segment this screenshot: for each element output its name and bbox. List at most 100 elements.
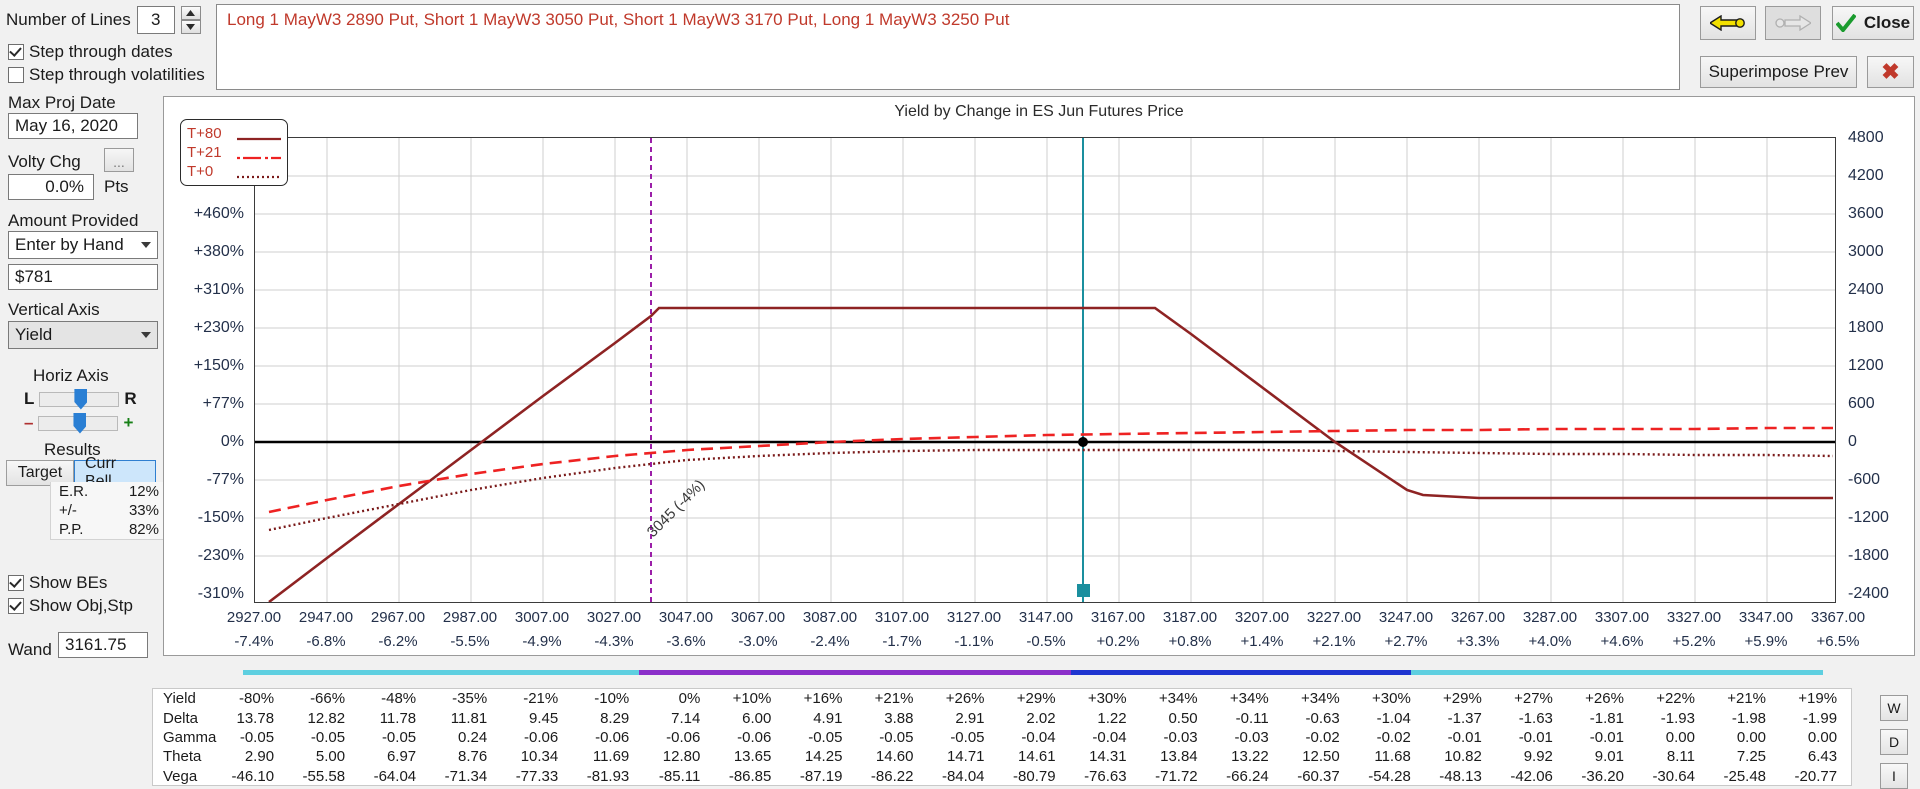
- x-tick-pct-label: +3.3%: [1456, 633, 1500, 650]
- chart-panel: Yield by Change in ES Jun Futures Price …: [163, 96, 1915, 656]
- plot-area[interactable]: 3045 (-4%): [254, 137, 1836, 603]
- legend-label: T+80: [187, 125, 222, 142]
- amount-provided-input[interactable]: $781: [8, 264, 158, 290]
- x-tick-label: 3287.00: [1522, 609, 1578, 626]
- checkbox-icon[interactable]: [8, 598, 24, 614]
- cell: -25.48: [1723, 767, 1767, 785]
- y-tick-label: 0%: [220, 433, 244, 450]
- delete-button[interactable]: ✖: [1867, 56, 1914, 88]
- cell: 11.68: [1374, 748, 1411, 766]
- result-value: 12%: [128, 483, 159, 500]
- legend-swatch-t21: [237, 148, 281, 159]
- step-through-volatilities-checkbox[interactable]: Step through volatilities: [8, 65, 205, 85]
- x-axis: 2927.00 2947.00 2967.00 2987.00 3007.00 …: [217, 609, 1877, 653]
- cell: -0.04: [1092, 728, 1127, 746]
- superimpose-prev-button[interactable]: Superimpose Prev: [1700, 56, 1857, 88]
- pan-slider-track[interactable]: [39, 388, 120, 410]
- cell: -1.37: [1447, 709, 1482, 727]
- number-of-lines-input[interactable]: 3: [136, 6, 175, 34]
- cell: -1.63: [1518, 709, 1553, 727]
- x-tick-label: 3207.00: [1234, 609, 1290, 626]
- cell: 11.78: [379, 709, 417, 727]
- zoom-in-label: +: [123, 413, 134, 432]
- cell: +30%: [1087, 690, 1127, 708]
- amount-provided-select[interactable]: Enter by Hand: [8, 231, 158, 259]
- y-tick-label: +380%: [193, 243, 244, 260]
- volty-chg-input[interactable]: 0.0%: [8, 174, 94, 200]
- cursor-handle[interactable]: [1077, 584, 1090, 597]
- zoom-slider-track[interactable]: [38, 412, 119, 434]
- number-of-lines-stepper[interactable]: [180, 6, 201, 34]
- max-proj-date-label: Max Proj Date: [8, 93, 116, 112]
- x-tick-pct-label: -6.2%: [378, 633, 418, 650]
- cell: +29%: [1016, 690, 1056, 708]
- show-bes-checkbox[interactable]: Show BEs: [8, 573, 107, 593]
- cell: -0.01: [1447, 728, 1482, 746]
- cell: -0.02: [1376, 728, 1411, 746]
- gridlines-vertical: [326, 138, 1768, 602]
- wand-input[interactable]: 3161.75: [58, 632, 148, 658]
- y2-tick-label: 4800: [1848, 129, 1884, 146]
- legend-label: T+21: [187, 144, 222, 161]
- y2-tick-label: -1800: [1848, 547, 1889, 564]
- volty-chg-options-button[interactable]: ...: [104, 148, 134, 172]
- volty-chg-label: Volty Chg: [8, 152, 81, 171]
- w-button[interactable]: W: [1880, 695, 1908, 721]
- zoom-slider-thumb[interactable]: [73, 412, 87, 434]
- cell: 13.78: [236, 709, 275, 727]
- cell: +21%: [874, 690, 914, 708]
- x-tick-pct-label: -7.4%: [234, 633, 274, 650]
- cell: +34%: [1158, 690, 1198, 708]
- x-tick-pct-label: -5.5%: [450, 633, 490, 650]
- horiz-axis-pan-slider[interactable]: L R: [24, 388, 137, 410]
- cell: -0.06: [524, 728, 559, 746]
- result-value: 82%: [128, 521, 159, 538]
- checkbox-icon[interactable]: [8, 575, 24, 591]
- i-button[interactable]: I: [1880, 763, 1908, 789]
- cell: -71.72: [1155, 767, 1198, 785]
- legend-swatch-t0: [237, 167, 281, 178]
- y2-tick-label: 2400: [1848, 281, 1884, 298]
- horiz-axis-label: Horiz Axis: [33, 366, 109, 385]
- x-tick-label: 3007.00: [514, 609, 570, 626]
- back-arrow-icon: [1710, 15, 1745, 31]
- x-tick-pct-label: -0.5%: [1026, 633, 1066, 650]
- previous-button[interactable]: [1700, 6, 1756, 40]
- cell: -36.20: [1581, 767, 1624, 785]
- checkbox-icon[interactable]: [8, 67, 24, 83]
- d-button[interactable]: D: [1880, 729, 1908, 755]
- vertical-axis-select[interactable]: Yield: [8, 321, 158, 349]
- close-button[interactable]: Close: [1832, 6, 1914, 40]
- chevron-down-icon: [141, 332, 151, 338]
- show-objstp-checkbox[interactable]: Show Obj,Stp: [8, 596, 133, 616]
- cell: -0.03: [1163, 728, 1198, 746]
- y-tick-label: +310%: [193, 281, 244, 298]
- volty-units-label: Pts: [104, 177, 129, 196]
- results-table: E.R. 12% +/- 33% P.P. 82%: [50, 482, 168, 540]
- y2-tick-label: 3000: [1848, 243, 1884, 260]
- y-tick-label: -77%: [206, 471, 244, 488]
- stepper-up-icon[interactable]: [180, 6, 201, 20]
- cell: +34%: [1229, 690, 1269, 708]
- x-tick-label: 3247.00: [1378, 609, 1434, 626]
- y-tick-label: -310%: [197, 585, 244, 602]
- y2-tick-label: 3600: [1848, 205, 1884, 222]
- cell: -0.63: [1305, 709, 1340, 727]
- step-through-dates-checkbox[interactable]: Step through dates: [8, 42, 173, 62]
- table-row: E.R. 12%: [51, 482, 167, 501]
- horiz-axis-zoom-slider[interactable]: – +: [24, 412, 134, 434]
- legend-swatch-t80: [237, 129, 281, 140]
- cell: -1.04: [1376, 709, 1411, 727]
- color-band-purple: [639, 670, 1071, 675]
- checkbox-icon[interactable]: [8, 44, 24, 60]
- max-proj-date-input[interactable]: May 16, 2020: [8, 113, 138, 139]
- pan-slider-thumb[interactable]: [74, 388, 88, 410]
- result-label: P.P.: [59, 521, 84, 538]
- stepper-down-icon[interactable]: [180, 20, 201, 34]
- y-tick-label: +460%: [193, 205, 244, 222]
- cell: +10%: [732, 690, 772, 708]
- x-tick-label: 3267.00: [1450, 609, 1506, 626]
- x-tick-pct-label: +0.8%: [1168, 633, 1212, 650]
- table-row: Vega -46.10 -55.58 -64.04 -71.34 -77.33 …: [153, 767, 1851, 786]
- next-button[interactable]: [1765, 6, 1821, 40]
